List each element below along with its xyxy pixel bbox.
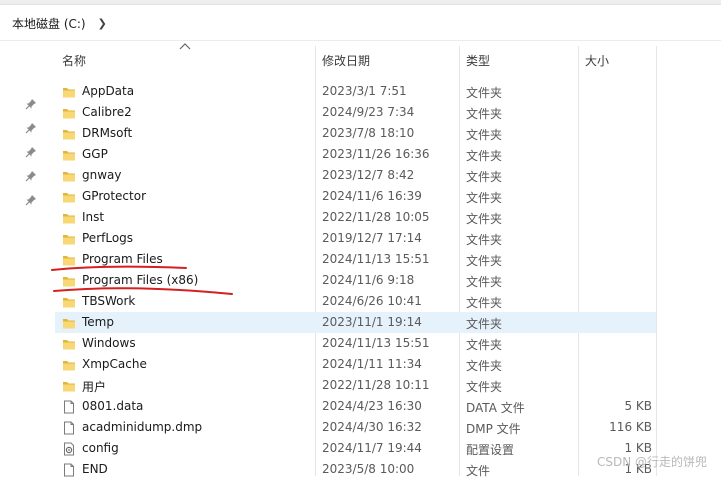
red-underline-annotation	[51, 265, 233, 295]
watermark: CSDN @行走的饼兜	[596, 455, 707, 469]
